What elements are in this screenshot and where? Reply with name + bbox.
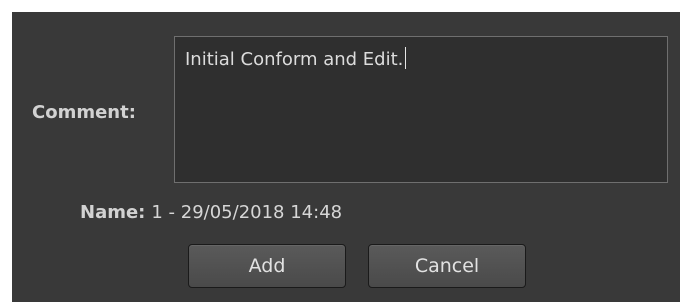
cancel-button[interactable]: Cancel xyxy=(368,244,526,288)
comment-label: Comment: xyxy=(32,102,136,123)
name-label: Name: xyxy=(80,202,146,223)
name-value: 1 - 29/05/2018 14:48 xyxy=(151,202,343,223)
add-button[interactable]: Add xyxy=(188,244,346,288)
comment-textarea[interactable]: Initial Conform and Edit. xyxy=(174,36,668,183)
text-caret xyxy=(405,47,407,69)
comment-dialog: Comment: Initial Conform and Edit. Name:… xyxy=(12,12,680,302)
screenshot-frame: Comment: Initial Conform and Edit. Name:… xyxy=(0,0,692,302)
comment-text: Initial Conform and Edit. xyxy=(185,49,404,70)
name-row: Name: 1 - 29/05/2018 14:48 xyxy=(80,202,342,223)
